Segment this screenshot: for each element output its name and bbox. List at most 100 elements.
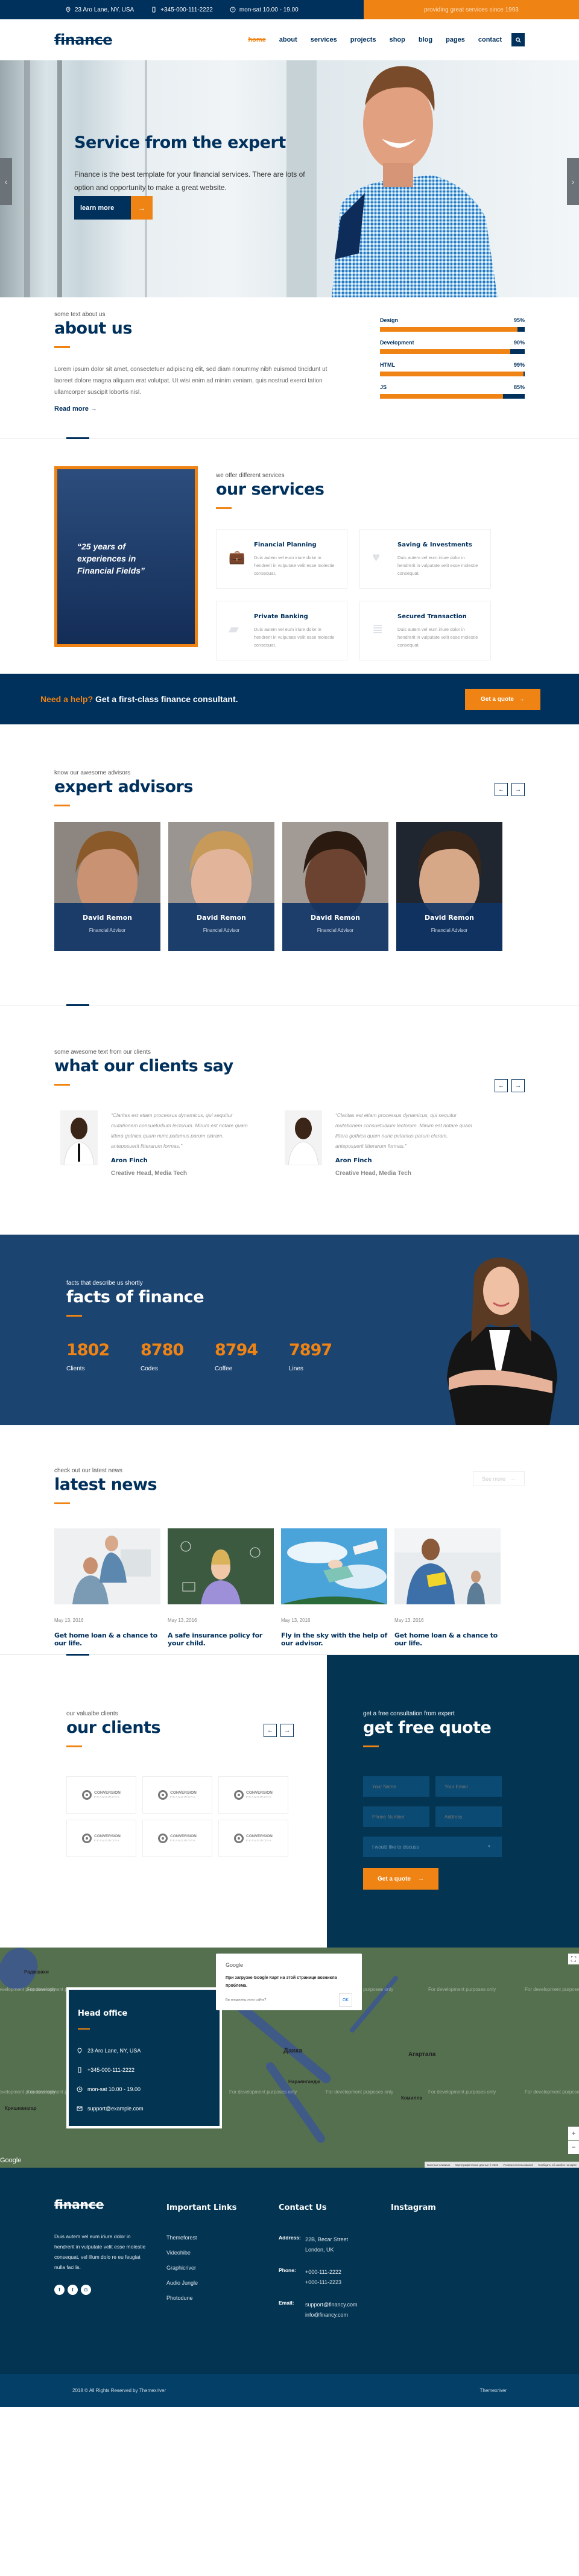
news-card[interactable]: May 13, 2016 Get home loan & a chance to … [54,1528,160,1647]
testimonial-body: “Claritas est etiam processus dynamicus,… [335,1110,474,1177]
slider-prev-button[interactable]: ‹ [0,158,12,205]
news-card[interactable]: May 13, 2016 A safe insurance policy for … [168,1528,274,1647]
address-input[interactable] [435,1806,502,1827]
phone-icon [78,2067,81,2073]
map-footer-link[interactable]: Сообщить об ошибке на карте [538,2163,577,2166]
nav-contact[interactable]: contact [478,36,502,43]
fact-counter: 8780 Codes [141,1341,215,1372]
heart-icon: ♥ [372,549,381,565]
map-footer-link[interactable]: Условия использования [503,2163,533,2166]
skill-progress-fill [380,349,510,354]
clock-icon [77,2086,83,2092]
advisor-card[interactable]: David Remon Financial Advisor [282,822,388,951]
hero-person-image [332,66,498,297]
get-quote-label: Get a quote [480,695,514,703]
footer-link[interactable]: Audio Jungle [166,2280,279,2286]
clients-next-button[interactable]: → [280,1724,294,1737]
cta-message: Get a first-class finance consultant. [93,694,238,704]
advisors-prev-button[interactable]: ← [495,783,508,796]
testimonial-avatar [60,1110,98,1165]
news-title[interactable]: A safe insurance policy for your child. [168,1631,274,1647]
map-footer-link[interactable]: Картографические данные © 2023 [455,2163,498,2166]
clients-prev-button[interactable]: ← [264,1724,277,1737]
conversion-logo-icon [234,1834,244,1843]
services-section: “25 years of experiences in Financial Fi… [0,438,579,674]
service-card[interactable]: 💼 Financial Planning Duis autem vel eum ir… [216,529,347,589]
phone-input[interactable] [363,1806,429,1827]
contact-row: Phone: +000-111-2222 +000-111-2223 [279,2267,391,2288]
facts-section: facts that describe us shortly facts of … [0,1235,579,1425]
client-logo[interactable]: CONVERSION FRAMEWORK [142,1776,212,1814]
google-map[interactable]: For development purposes only For develop… [0,1948,579,2168]
submit-quote-button[interactable]: Get a quote → [363,1868,438,1890]
email-input[interactable] [435,1776,502,1797]
slider-next-button[interactable]: › [567,158,579,205]
map-footer-link[interactable]: Быстрые клавиши [427,2163,450,2166]
twitter-icon[interactable]: t [68,2285,78,2295]
zoom-in-button[interactable]: + [568,2127,579,2140]
dialog-ok-button[interactable]: OK [339,1993,352,2007]
site-logo[interactable]: finance [54,31,113,48]
site-owner-link[interactable]: Вы владелец этого сайта? [226,1998,266,2002]
fullscreen-icon: ⛶ [571,1954,577,1963]
news-card[interactable]: May 13, 2016 Get home loan & a chance to … [394,1528,501,1647]
quote-kicker: get a free consultation from expert [363,1710,455,1717]
skill-progress-fill [380,327,517,332]
news-title[interactable]: Fly in the sky with the help of our advi… [281,1631,387,1647]
client-logo[interactable]: CONVERSION FRAMEWORK [142,1820,212,1857]
news-title[interactable]: Get home loan & a chance to our life. [394,1631,501,1647]
discuss-select[interactable]: I would like to discuss ▼ [363,1837,502,1857]
footer-link[interactable]: Videohibe [166,2250,279,2256]
skill-item: JS 85% [380,384,525,399]
news-title[interactable]: Get home loan & a chance to our life. [54,1631,160,1647]
client-logo[interactable]: CONVERSION FRAMEWORK [66,1776,136,1814]
advisor-card[interactable]: David Remon Financial Advisor [168,822,274,951]
nav-shop[interactable]: shop [390,36,405,43]
contact-value: London, UK [305,2247,334,2253]
news-card[interactable]: May 13, 2016 Fly in the sky with the help… [281,1528,387,1647]
service-title: Financial Planning [254,542,317,548]
footer-logo[interactable]: finance [54,2197,166,2212]
testimonials-prev-button[interactable]: ← [495,1079,508,1092]
contact-value: info@financy.com [305,2312,348,2318]
advisor-name: David Remon [83,914,132,922]
footer-link[interactable]: Themeforest [166,2235,279,2241]
name-input[interactable] [363,1776,429,1797]
service-title: Secured Transaction [397,613,467,620]
instagram-icon[interactable]: ◘ [81,2285,91,2295]
testimonials-next-button[interactable]: → [511,1079,525,1092]
client-logo[interactable]: CONVERSION FRAMEWORK [218,1820,288,1857]
facebook-icon[interactable]: f [54,2285,65,2295]
zoom-out-button[interactable]: − [568,2141,579,2154]
learn-more-button[interactable]: learn more → [74,196,153,220]
client-logo[interactable]: CONVERSION FRAMEWORK [66,1820,136,1857]
advisor-card[interactable]: David Remon Financial Advisor [54,822,160,951]
get-quote-button[interactable]: Get a quote → [465,688,540,710]
title-underline [54,805,70,806]
nav-home[interactable]: home [248,36,265,43]
nav-projects[interactable]: projects [350,36,376,43]
advisors-next-button[interactable]: → [511,783,525,796]
head-office-card: Head office 23 Aro Lane, NY, USA +345-00… [66,1987,222,2128]
skill-percent: 95% [513,317,525,323]
client-logo[interactable]: CONVERSION FRAMEWORK [218,1776,288,1814]
credit-link[interactable]: Themexriver [480,2388,507,2393]
nav-pages[interactable]: pages [446,36,465,43]
skill-percent: 99% [513,362,525,368]
service-card[interactable]: ▰ Private Banking Duis autem vel eum iriur… [216,601,347,660]
service-card[interactable]: ≣ Secured Transaction Duis autem vel eum i… [359,601,491,660]
search-button[interactable] [511,33,525,46]
footer-link[interactable]: Photodune [166,2295,279,2301]
nav-blog[interactable]: blog [419,36,432,43]
skill-name: HTML [380,362,395,368]
read-more-link[interactable]: Read more → [54,405,344,413]
nav-services[interactable]: services [311,36,337,43]
about-kicker: some text about us [54,311,106,318]
service-card[interactable]: ♥ Saving & Investments Duis autem vel eum … [359,529,491,589]
footer-link[interactable]: Graphicriver [166,2265,279,2271]
see-more-button[interactable]: See more → [473,1471,525,1486]
nav-about[interactable]: about [279,36,297,43]
advisor-card[interactable]: David Remon Financial Advisor [396,822,502,951]
fullscreen-button[interactable]: ⛶ [568,1954,579,1964]
office-hours: mon-sat 10.00 - 19.00 [77,2086,220,2092]
